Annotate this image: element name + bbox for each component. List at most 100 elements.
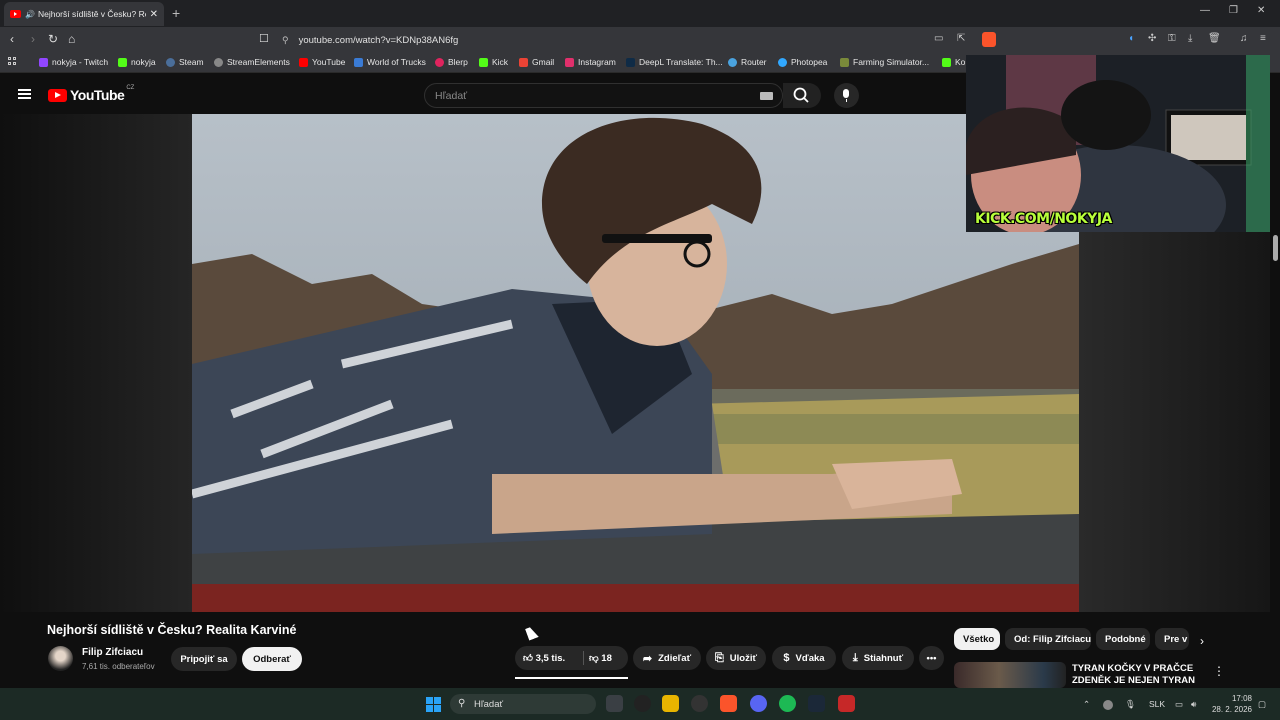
reload-button[interactable]: ↻ [48, 32, 58, 46]
more-vert-icon[interactable]: ⋮ [1213, 664, 1225, 678]
like-button[interactable]: 👍︎ 3,5 tis. [523, 652, 565, 664]
obs-icon[interactable] [691, 695, 708, 712]
webcam-overlay [966, 55, 1270, 232]
bookmark-item[interactable]: Photopea [778, 57, 827, 67]
bookmark-item[interactable]: Steam [166, 57, 204, 67]
bookmark-item[interactable]: Kick [479, 57, 508, 67]
windows-start-icon[interactable] [426, 697, 441, 712]
tab-title: Nejhorší sídliště v Česku? Re [37, 9, 146, 19]
brave-shield-icon[interactable] [982, 32, 996, 47]
subscribe-button[interactable]: Odberať [242, 647, 302, 671]
hamburger-menu-icon[interactable] [18, 89, 31, 99]
bookmark-item[interactable]: DeepL Translate: Th... [626, 57, 723, 67]
bookmark-item[interactable]: nokyja [118, 57, 156, 67]
thumbs-down-icon: 👎︎ [589, 653, 599, 664]
page-background-left [0, 114, 192, 612]
bookmark-item[interactable]: Gmail [519, 57, 554, 67]
downloads-icon[interactable]: ⤓ [1188, 33, 1192, 44]
photopea-icon [778, 57, 787, 67]
youtube-icon [299, 57, 308, 67]
like-dislike-group: 👍︎ 3,5 tis. 👎︎ 18 [515, 646, 628, 670]
download-button[interactable]: ⤓ Stiahnuť [842, 646, 914, 670]
search-input[interactable]: Hľadať [424, 83, 783, 108]
bookmark-icon[interactable]: ☐ [259, 32, 269, 45]
chip-related[interactable]: Podobné [1096, 628, 1150, 650]
more-actions-button[interactable]: ••• [919, 646, 944, 670]
clock-date: 28. 2. 2026 [1211, 705, 1252, 714]
streamelements-icon [214, 57, 223, 67]
speaker-icon[interactable]: 🔊 [25, 10, 35, 19]
back-button[interactable]: ‹ [10, 32, 14, 46]
chip-all[interactable]: Všetko [954, 628, 1000, 650]
bookmark-save-icon: ⎘ [714, 651, 724, 664]
channel-avatar[interactable] [48, 646, 73, 671]
thanks-button[interactable]: $ Vďaka [772, 646, 836, 670]
join-button[interactable]: Pripojiť sa [171, 647, 237, 671]
channel-name[interactable]: Filip Zifciacu [82, 647, 143, 658]
voice-search-mic-icon[interactable] [834, 83, 859, 108]
trash-icon[interactable]: 🗑 [1208, 33, 1221, 44]
scrollbar-thumb[interactable] [1273, 235, 1278, 261]
home-icon[interactable]: ⌂ [68, 32, 75, 46]
url-field[interactable]: ⚲ youtube.com/watch?v=KDNp38AN6fg [282, 30, 1002, 50]
discord-icon[interactable] [750, 695, 767, 712]
divider [583, 651, 584, 665]
bookmark-item[interactable]: nokyja - Twitch [39, 57, 108, 67]
spotify-icon[interactable] [779, 695, 796, 712]
maximize-button[interactable]: ❐ [1229, 5, 1238, 16]
brave-browser-icon[interactable] [720, 695, 737, 712]
file-explorer-icon[interactable] [662, 695, 679, 712]
recommended-video-thumbnail[interactable] [954, 662, 1066, 688]
close-window-button[interactable]: ✕ [1257, 5, 1265, 16]
youtube-favicon-icon [10, 10, 21, 18]
keyboard-icon[interactable] [760, 92, 773, 100]
save-button[interactable]: ⎘ Uložiť [706, 646, 766, 670]
site-info-icon[interactable]: ⚲ [282, 35, 289, 46]
bookmark-item[interactable]: StreamElements [214, 57, 290, 67]
instagram-icon [565, 57, 574, 67]
farming-simulator-icon [840, 57, 849, 67]
cast-icon[interactable]: ▭ [934, 33, 943, 44]
language-indicator[interactable]: SLK [1149, 699, 1165, 709]
share-icon[interactable]: ⇱ [957, 33, 965, 44]
passwords-icon[interactable]: ⚿ [1168, 33, 1176, 44]
tray-chevron-icon[interactable]: ⌃ [1083, 699, 1090, 710]
taskbar-search-input[interactable]: ⚲ Hľadať [450, 694, 596, 714]
share-button[interactable]: ➦ Zdieľať [633, 646, 701, 670]
chip-for-you[interactable]: Pre v [1155, 628, 1189, 650]
audio-extension-icon[interactable]: ◖ [1128, 33, 1134, 44]
app-icon[interactable] [634, 695, 651, 712]
bookmark-item[interactable]: Instagram [565, 57, 616, 67]
tray-app-icon[interactable] [1103, 700, 1113, 710]
bookmark-item[interactable]: Blerp [435, 57, 468, 67]
page-scrollbar[interactable] [1270, 232, 1280, 687]
bookmark-item[interactable]: World of Trucks [354, 57, 426, 67]
apps-grid-icon[interactable] [8, 57, 18, 67]
close-tab-icon[interactable]: ✕ [150, 9, 158, 20]
browser-tab-active[interactable]: 🔊 Nejhorší sídliště v Česku? Re ✕ [4, 2, 164, 26]
network-icon[interactable]: ▭ [1175, 699, 1183, 710]
dislike-button[interactable]: 👎︎ 18 [589, 652, 612, 664]
new-tab-button[interactable]: + [172, 5, 180, 21]
youtube-logo[interactable]: YouTube CZ [48, 85, 134, 103]
steam-icon[interactable] [808, 695, 825, 712]
minimize-button[interactable]: — [1200, 5, 1210, 16]
chevron-right-icon[interactable]: › [1200, 634, 1204, 648]
chip-from-channel[interactable]: Od: Filip Zifciacu [1005, 628, 1091, 650]
search-button[interactable] [783, 83, 821, 108]
volume-icon[interactable]: 🔊︎ [1191, 699, 1196, 710]
task-view-icon[interactable] [606, 695, 623, 712]
bookmark-item[interactable]: Router [728, 57, 767, 67]
voicemeeter-icon[interactable] [838, 695, 855, 712]
video-player[interactable] [192, 114, 1079, 612]
bookmark-item[interactable]: YouTube [299, 57, 345, 67]
music-icon[interactable]: ♫ [1240, 33, 1248, 44]
microphone-icon[interactable]: 🎙︎ [1125, 699, 1136, 710]
bookmark-item[interactable]: Farming Simulator... [840, 57, 929, 67]
notification-icon[interactable]: ▢ [1258, 699, 1266, 710]
extensions-icon[interactable]: ✣ [1148, 33, 1156, 44]
forward-button[interactable]: › [31, 32, 35, 46]
taskbar-clock[interactable]: 17:08 28. 2. 2026 [1210, 693, 1252, 715]
bookmark-item[interactable]: Ko [942, 57, 965, 67]
menu-icon[interactable]: ≡ [1260, 33, 1266, 44]
